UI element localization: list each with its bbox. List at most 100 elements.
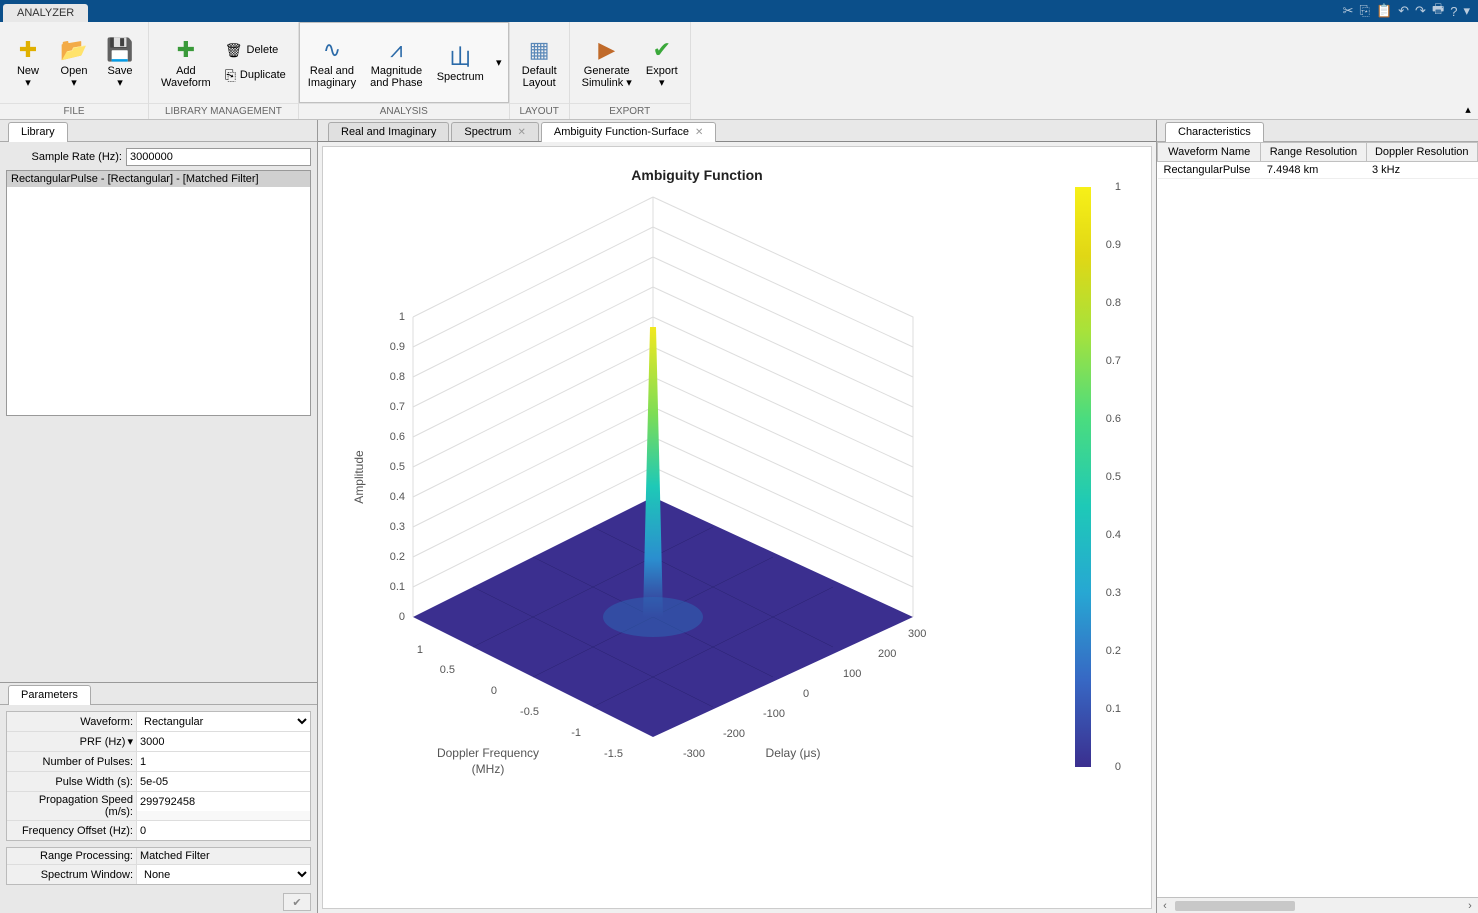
table-row[interactable]: RectangularPulse 7.4948 km 3 kHz	[1158, 162, 1478, 179]
default-layout-button[interactable]: ▦ Default Layout	[516, 33, 563, 93]
titlebar-actions: ✂ ⎘ 📋 ↶ ↷ 🖶 ? ▾	[1343, 0, 1478, 22]
svg-text:-300: -300	[683, 748, 705, 760]
freqoffset-input[interactable]	[137, 821, 310, 840]
parameter-grid-2: Range Processing: Matched Filter Spectru…	[6, 847, 311, 885]
redo-icon[interactable]: ↷	[1415, 3, 1426, 19]
svg-text:-1: -1	[571, 727, 581, 739]
colorbar	[1075, 187, 1091, 767]
specwin-select[interactable]: None	[137, 865, 310, 884]
tab-library[interactable]: Library	[8, 122, 68, 142]
parameter-grid: Waveform: Rectangular PRF (Hz)▾ Number o…	[6, 711, 311, 841]
svg-text:-0.5: -0.5	[520, 706, 539, 718]
col-waveform-name[interactable]: Waveform Name	[1158, 143, 1261, 162]
plot-area[interactable]: Ambiguity Function	[322, 146, 1152, 909]
ribbon-group-export-label: EXPORT	[570, 103, 690, 119]
svg-text:0.5: 0.5	[440, 664, 455, 676]
rangeproc-label: Range Processing:	[7, 848, 137, 864]
left-panel: Library Sample Rate (Hz): RectangularPul…	[0, 120, 318, 913]
magnitude-phase-button[interactable]: ⩘ Magnitude and Phase	[364, 33, 429, 93]
sample-rate-input[interactable]	[126, 148, 311, 166]
undo-icon[interactable]: ↶	[1398, 3, 1409, 19]
scrollbar-thumb[interactable]	[1175, 901, 1295, 911]
prf-input[interactable]	[137, 732, 310, 751]
ribbon-minimize[interactable]: ▴	[1458, 22, 1478, 119]
right-panel: Characteristics Waveform Name Range Reso…	[1156, 120, 1478, 913]
close-icon[interactable]: ✕	[517, 127, 525, 138]
svg-text:0.4: 0.4	[390, 491, 405, 503]
characteristics-table: Waveform Name Range Resolution Doppler R…	[1157, 142, 1478, 179]
export-button[interactable]: ✔ Export▾	[640, 33, 684, 93]
pulsewidth-input[interactable]	[137, 772, 310, 791]
ribbon-group-analysis: ∿ Real and Imaginary ⩘ Magnitude and Pha…	[299, 22, 510, 119]
plus-icon: ✚	[19, 37, 37, 63]
duplicate-icon: ⎘	[225, 67, 236, 84]
waveform-select[interactable]: Rectangular	[137, 712, 310, 731]
magphase-icon: ⩘	[390, 37, 402, 63]
duplicate-button[interactable]: ⎘ Duplicate	[219, 64, 292, 87]
cut-icon[interactable]: ✂	[1343, 3, 1354, 19]
specwin-label: Spectrum Window:	[7, 865, 137, 884]
svg-text:Doppler Frequency: Doppler Frequency	[437, 746, 539, 760]
svg-text:-1.5: -1.5	[604, 748, 623, 760]
new-button[interactable]: ✚ New▾	[6, 33, 50, 93]
svg-text:-200: -200	[723, 728, 745, 740]
svg-text:0.3: 0.3	[390, 521, 405, 533]
svg-text:-100: -100	[763, 708, 785, 720]
print-icon[interactable]: 🖶	[1432, 0, 1444, 22]
freqoffset-label: Frequency Offset (Hz):	[7, 821, 137, 840]
ribbon-group-layout-label: LAYOUT	[510, 103, 569, 119]
svg-text:0: 0	[803, 688, 809, 700]
svg-text:Amplitude: Amplitude	[352, 450, 366, 504]
add-waveform-button[interactable]: ✚ Add Waveform	[155, 33, 217, 93]
svg-text:(MHz): (MHz)	[472, 762, 505, 776]
help-icon[interactable]: ?	[1450, 4, 1457, 19]
waveform-label: Waveform:	[7, 712, 137, 731]
ribbon: ✚ New▾ 📂 Open▾ 💾 Save▾ FILE ✚ Add Wavefo…	[0, 22, 1478, 120]
simulink-icon: ▶	[598, 37, 615, 63]
delete-button[interactable]: 🗑 Delete	[219, 39, 292, 62]
propspeed-input[interactable]	[137, 792, 310, 811]
ribbon-group-libmgmt-label: LIBRARY MANAGEMENT	[149, 103, 298, 119]
check-icon: ✔	[653, 37, 671, 63]
save-button[interactable]: 💾 Save▾	[98, 33, 142, 93]
check-grey-icon: ✔	[292, 896, 301, 909]
pulsewidth-label: Pulse Width (s):	[7, 772, 137, 791]
tab-characteristics[interactable]: Characteristics	[1165, 122, 1264, 142]
ribbon-group-file: ✚ New▾ 📂 Open▾ 💾 Save▾ FILE	[0, 22, 149, 119]
tab-real-imaginary[interactable]: Real and Imaginary	[328, 122, 449, 141]
generate-simulink-button[interactable]: ▶ Generate Simulink ▾	[576, 33, 638, 93]
close-icon[interactable]: ✕	[695, 127, 703, 138]
svg-text:0.9: 0.9	[390, 341, 405, 353]
tab-parameters[interactable]: Parameters	[8, 685, 91, 705]
apply-button[interactable]: ✔	[283, 893, 311, 911]
tab-ambiguity-surface[interactable]: Ambiguity Function-Surface✕	[541, 122, 717, 142]
svg-text:0: 0	[491, 685, 497, 697]
chevron-left-icon[interactable]: ‹	[1157, 900, 1173, 912]
realimag-icon: ∿	[323, 37, 341, 63]
svg-text:0.7: 0.7	[390, 401, 405, 413]
dropdown-icon[interactable]: ▾	[1463, 3, 1470, 19]
titlebar-tab-analyzer[interactable]: ANALYZER	[3, 4, 88, 22]
chevron-right-icon[interactable]: ›	[1462, 900, 1478, 912]
titlebar: ANALYZER ✂ ⎘ 📋 ↶ ↷ 🖶 ? ▾	[0, 0, 1478, 22]
save-icon: 💾	[106, 37, 133, 63]
spectrum-icon: ⼭	[449, 43, 471, 69]
copy-icon[interactable]: ⎘	[1360, 3, 1370, 19]
numpulses-input[interactable]	[137, 752, 310, 771]
open-button[interactable]: 📂 Open▾	[52, 33, 96, 93]
prf-label: PRF (Hz)▾	[7, 732, 137, 751]
waveform-listbox[interactable]: RectangularPulse - [Rectangular] - [Matc…	[6, 170, 311, 416]
svg-text:200: 200	[878, 648, 896, 660]
tab-spectrum[interactable]: Spectrum✕	[451, 122, 538, 141]
horizontal-scrollbar[interactable]: ‹ ›	[1157, 897, 1478, 913]
col-range-resolution[interactable]: Range Resolution	[1261, 143, 1366, 162]
col-doppler-resolution[interactable]: Doppler Resolution	[1366, 143, 1478, 162]
analysis-dropdown[interactable]: ▾	[492, 25, 506, 100]
spectrum-button[interactable]: ⼭ Spectrum	[431, 39, 490, 87]
list-item[interactable]: RectangularPulse - [Rectangular] - [Matc…	[7, 171, 310, 187]
paste-icon[interactable]: 📋	[1376, 3, 1392, 19]
real-imaginary-button[interactable]: ∿ Real and Imaginary	[302, 33, 362, 93]
svg-text:300: 300	[908, 628, 926, 640]
ribbon-group-libmgmt: ✚ Add Waveform 🗑 Delete ⎘ Duplicate LIBR…	[149, 22, 299, 119]
svg-text:0.5: 0.5	[390, 461, 405, 473]
